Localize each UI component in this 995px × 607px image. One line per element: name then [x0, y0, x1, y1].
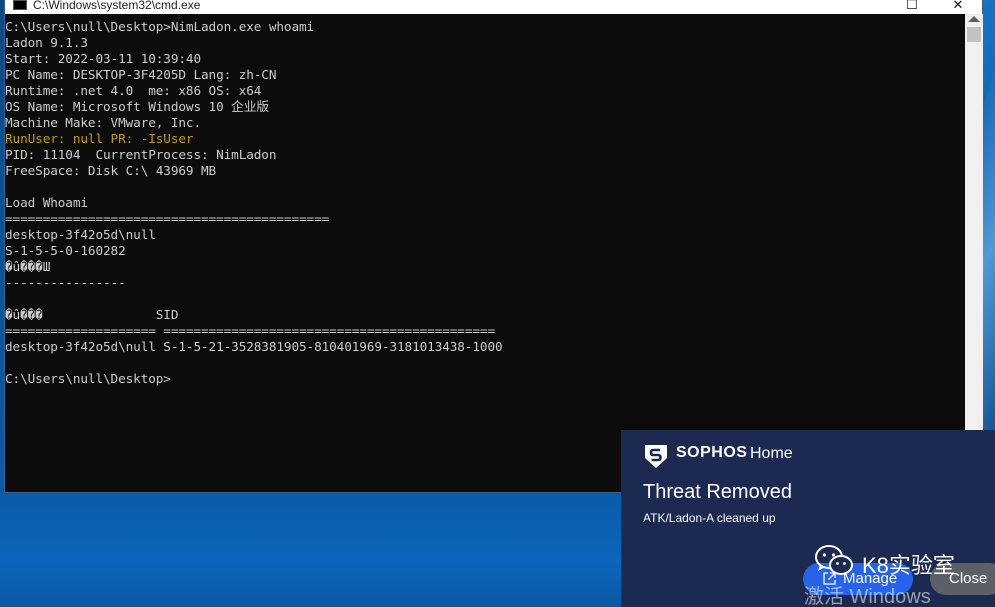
console-line: PID: 11104 CurrentProcess: NimLadon	[5, 147, 277, 162]
close-window-button[interactable]: ✕	[935, 0, 981, 13]
console-line: S-1-5-5-0-160282	[5, 243, 126, 258]
console-line: desktop-3f42o5d\null	[5, 227, 156, 242]
console-line: �û��� SID	[5, 307, 179, 322]
cmd-window[interactable]: C:\Windows\system32\cmd.exe ☐ ✕ C:\Users…	[4, 0, 983, 493]
console-line: Runtime: .net 4.0 me: x86 OS: x64	[5, 83, 262, 98]
maximize-button[interactable]: ☐	[889, 0, 935, 13]
brand-name: SOPHOS	[676, 444, 748, 461]
wechat-icon	[815, 545, 853, 575]
activate-windows-watermark: 激活 Windows	[804, 586, 931, 607]
console-line: desktop-3f42o5d\null S-1-5-21-3528381905…	[5, 339, 503, 354]
console-line: ========================================…	[5, 211, 330, 226]
console-line: �û���Ш	[5, 259, 51, 274]
console-line: Load Whoami	[5, 195, 88, 210]
console-line: C:\Users\null\Desktop>NimLadon.exe whoam…	[5, 19, 315, 34]
window-titlebar[interactable]: C:\Windows\system32\cmd.exe ☐ ✕	[5, 0, 982, 14]
console-scrollbar[interactable]	[965, 14, 983, 492]
console-line: ==================== ===================…	[5, 323, 496, 338]
scroll-up-arrow-icon[interactable]	[968, 16, 980, 22]
console-line: RunUser: null PR: -IsUser	[5, 131, 194, 146]
console-output[interactable]: C:\Users\null\Desktop>NimLadon.exe whoam…	[5, 14, 965, 492]
console-line: Machine Make: VMware, Inc.	[5, 115, 202, 130]
console-line: OS Name: Microsoft Windows 10 企业版	[5, 99, 269, 114]
console-line: FreeSpace: Disk C:\ 43969 MB	[5, 163, 217, 178]
toast-message: ATK/Ladon-A cleaned up	[643, 511, 776, 525]
scroll-thumb[interactable]	[967, 27, 981, 42]
desktop-wallpaper-band	[0, 490, 640, 607]
console-line: C:\Users\null\Desktop>	[5, 371, 171, 386]
cmd-app-icon	[13, 0, 27, 10]
console-line: ----------------	[5, 275, 126, 290]
watermark-channel-name: K8实验室	[862, 553, 955, 578]
console-line: PC Name: DESKTOP-3F4205D Lang: zh-CN	[5, 67, 277, 82]
console-line: Ladon 9.1.3	[5, 35, 88, 50]
brand-subtitle: Home	[750, 445, 793, 462]
toast-title: Threat Removed	[643, 481, 792, 503]
window-title: C:\Windows\system32\cmd.exe	[33, 0, 201, 12]
sophos-shield-icon	[645, 445, 667, 468]
console-line: Start: 2022-03-11 10:39:40	[5, 51, 202, 66]
